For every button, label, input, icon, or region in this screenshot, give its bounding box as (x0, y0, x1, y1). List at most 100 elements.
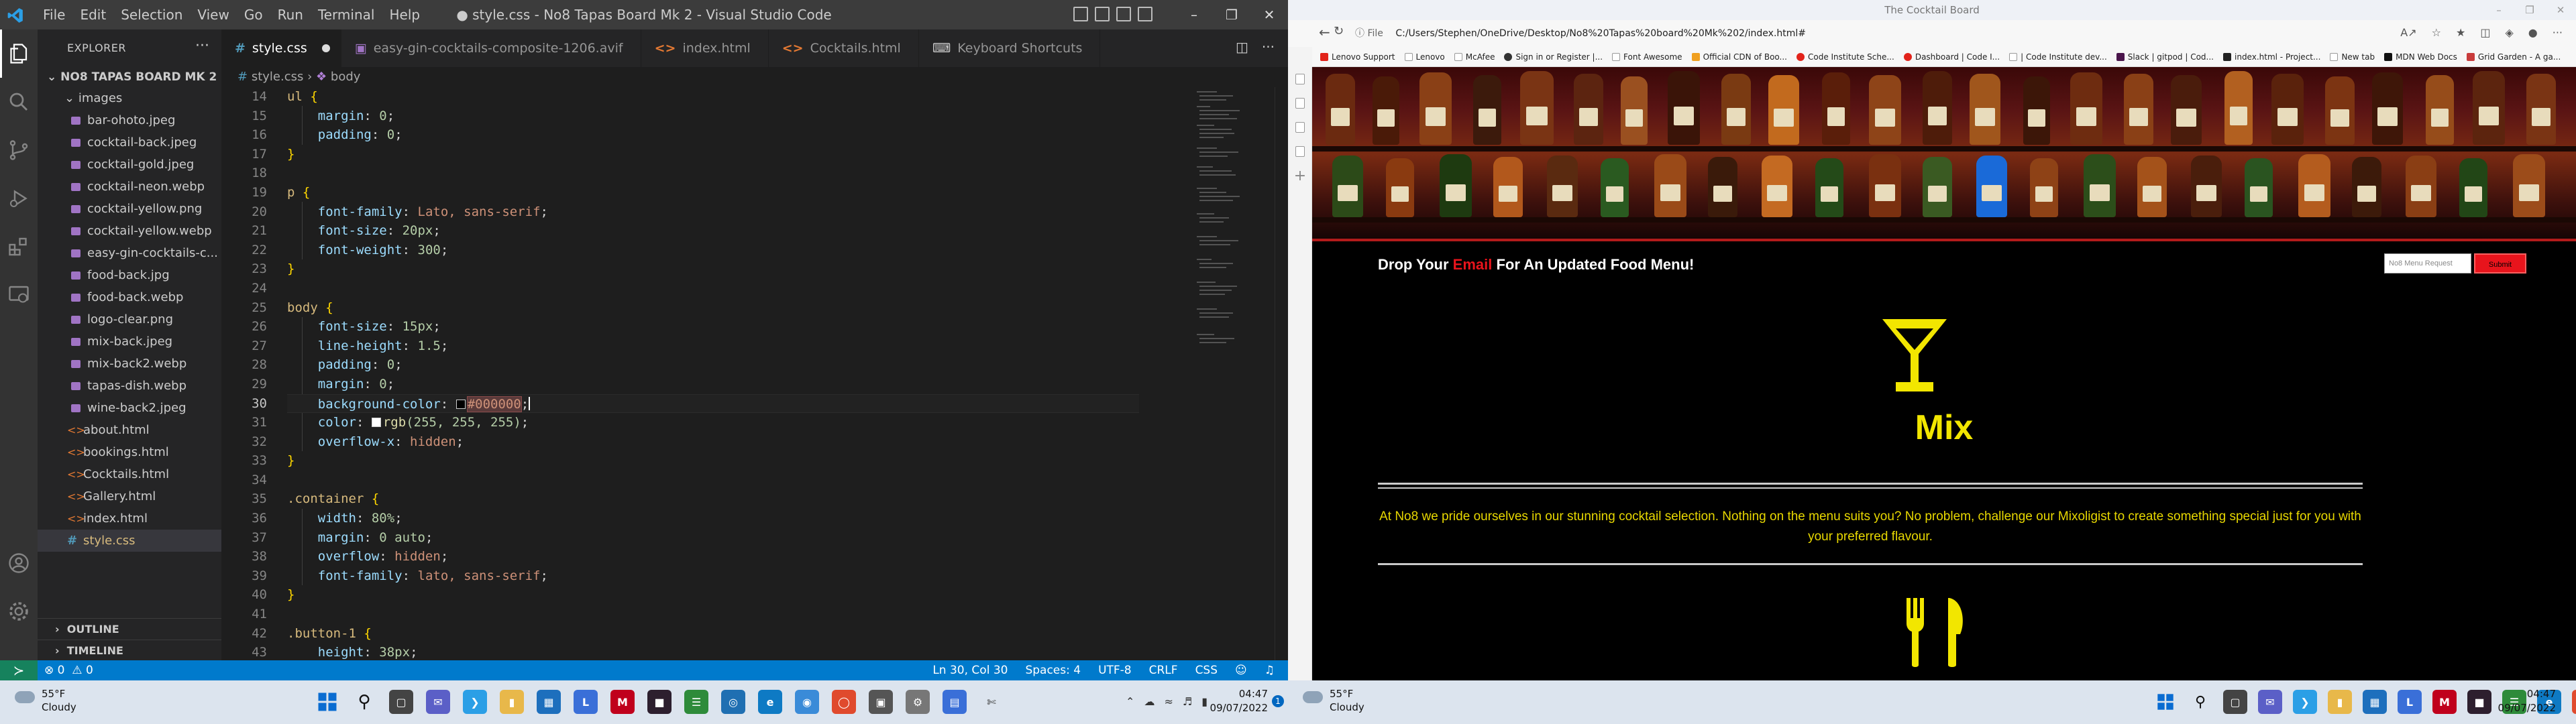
menu-terminal[interactable]: Terminal (318, 7, 375, 23)
file-item[interactable]: <> Cocktails.html (38, 463, 221, 485)
favorite-link[interactable]: McAfee (1454, 52, 1495, 62)
run-debug-icon[interactable] (0, 174, 38, 223)
address-bar[interactable]: ⓘ File C:/Users/Stephen/OneDrive/Desktop… (1355, 24, 2482, 43)
windows-start-icon[interactable] (2153, 690, 2178, 714)
collections-icon[interactable]: ◫ (2480, 26, 2490, 39)
settings-gear-icon[interactable] (0, 587, 38, 636)
file-item[interactable]: cocktail-neon.webp (38, 176, 221, 198)
tab-keyboard-shortcuts[interactable]: ⌨ Keyboard Shortcuts (919, 29, 1101, 67)
minimap[interactable] (1194, 87, 1261, 660)
favorite-link[interactable]: Sign in or Register |... (1504, 52, 1603, 62)
wifi-icon[interactable]: ≈ (1164, 695, 1173, 708)
color-swatch[interactable] (455, 399, 466, 409)
vscode-app-icon[interactable]: ❯ (2293, 690, 2317, 714)
extensions-icon[interactable]: ◈ (2505, 26, 2513, 39)
menu-view[interactable]: View (197, 7, 229, 23)
menu-selection[interactable]: Selection (121, 7, 182, 23)
teams-chat-icon[interactable]: ✉ (2258, 690, 2282, 714)
file-explorer-icon[interactable]: ▮ (500, 690, 524, 714)
project-root[interactable]: ⌄ NO8 TAPAS BOARD MK 2 (38, 67, 221, 87)
favorite-link[interactable]: Lenovo (1404, 52, 1445, 62)
favorite-link[interactable]: Dashboard | Code I... (1903, 52, 2000, 62)
tab-cocktails-html[interactable]: <> Cocktails.html (769, 29, 919, 67)
edge-browser-icon[interactable]: e (758, 690, 782, 714)
tab-icon[interactable] (1288, 139, 1312, 164)
menu-run[interactable]: Run (278, 7, 303, 23)
search-icon[interactable] (0, 78, 38, 126)
encoding[interactable]: UTF-8 (1098, 660, 1132, 680)
tab-style-css[interactable]: # style.css (221, 29, 341, 67)
refresh-icon[interactable]: ↻ (1334, 24, 1344, 38)
vscode-app-icon[interactable]: ❯ (463, 690, 487, 714)
back-arrow-icon[interactable]: ← (1319, 24, 1330, 40)
file-item[interactable]: cocktail-back.jpeg (38, 131, 221, 154)
timeline-section[interactable]: › TIMELINE (38, 640, 221, 661)
favorites-icon[interactable]: ★ (2456, 26, 2465, 39)
app-icon[interactable]: ■ (647, 690, 672, 714)
remote-explorer-icon[interactable] (0, 271, 38, 319)
favorite-link[interactable]: MDN Web Docs (2384, 52, 2457, 62)
search-icon[interactable]: ⚲ (2188, 690, 2212, 714)
favorite-link[interactable]: Slack | gitpod | Cod... (2116, 52, 2214, 62)
app-icon[interactable]: ☰ (684, 690, 708, 714)
file-item[interactable]: mix-back.jpeg (38, 330, 221, 353)
tab-icon[interactable] (1288, 91, 1312, 115)
restore-icon[interactable]: ❐ (2514, 0, 2545, 20)
customize-layout-icon[interactable] (1138, 7, 1152, 21)
store-icon[interactable]: ▦ (2363, 690, 2387, 714)
remote-indicator-icon[interactable]: ≻ (0, 660, 38, 680)
file-item[interactable]: <> bookings.html (38, 441, 221, 463)
more-actions-icon[interactable]: ··· (1262, 39, 1275, 55)
mcafee-icon[interactable]: M (2432, 690, 2457, 714)
favorite-star-icon[interactable]: ☆ (2432, 26, 2441, 39)
breadcrumb-symbol[interactable]: body (331, 70, 361, 84)
favorite-link[interactable]: Font Awesome (1612, 52, 1682, 62)
toggle-sidebar-icon[interactable] (1073, 7, 1088, 21)
new-tab-plus-icon[interactable]: + (1288, 164, 1312, 188)
menu-go[interactable]: Go (244, 7, 263, 23)
file-item[interactable]: food-back.jpg (38, 264, 221, 286)
battery-icon[interactable]: ▮ (1201, 695, 1208, 708)
lenovo-vantage-icon[interactable]: L (574, 690, 598, 714)
volume-icon[interactable]: ♬ (1183, 695, 1192, 708)
task-view-icon[interactable]: ▢ (389, 690, 413, 714)
toggle-secondary-sidebar-icon[interactable] (1116, 7, 1131, 21)
extensions-icon[interactable] (0, 223, 38, 271)
editor-scrollbar[interactable] (1275, 87, 1288, 660)
app-icon[interactable]: ▤ (943, 690, 967, 714)
color-swatch[interactable] (371, 418, 381, 428)
tab-icon[interactable] (1288, 67, 1312, 91)
file-item[interactable]: wine-back2.jpeg (38, 397, 221, 419)
file-item[interactable]: tapas-dish.webp (38, 375, 221, 397)
file-item[interactable]: food-back.webp (38, 286, 221, 308)
submit-button[interactable]: Submit (2474, 253, 2526, 274)
split-editor-icon[interactable]: ◫ (1236, 39, 1248, 55)
mcafee-icon[interactable]: M (610, 690, 635, 714)
menu-edit[interactable]: Edit (80, 7, 106, 23)
feedback-icon[interactable]: ☺ (1235, 660, 1247, 680)
line-ending[interactable]: CRLF (1149, 660, 1178, 680)
close-icon[interactable]: ✕ (2545, 0, 2576, 20)
favorite-link[interactable]: | Code Institute dev... (2009, 52, 2107, 62)
explorer-more-icon[interactable]: ··· (195, 29, 209, 63)
favorite-link[interactable]: Grid Garden - A ga... (2466, 52, 2561, 62)
indentation[interactable]: Spaces: 4 (1025, 660, 1081, 680)
explorer-icon[interactable] (0, 29, 38, 78)
file-item[interactable]: cocktail-yellow.webp (38, 220, 221, 242)
search-icon[interactable]: ⚲ (352, 690, 376, 714)
folder-images[interactable]: ⌄ images (38, 87, 221, 109)
unsaved-dot-icon[interactable] (321, 44, 330, 52)
favorite-link[interactable]: New tab (2330, 52, 2375, 62)
tab-avif[interactable]: ▣ easy-gin-cocktails-composite-1206.avif (341, 29, 641, 67)
file-item[interactable]: <> index.html (38, 507, 221, 530)
onedrive-icon[interactable]: ☁ (1144, 695, 1155, 708)
app-icon[interactable]: ◎ (721, 690, 745, 714)
file-item[interactable]: easy-gin-cocktails-c... (38, 242, 221, 264)
minimize-icon[interactable]: – (2483, 0, 2514, 20)
read-aloud-icon[interactable]: A↗ (2400, 26, 2416, 39)
task-view-icon[interactable]: ▢ (2223, 690, 2247, 714)
info-icon[interactable]: ⓘ File (1355, 28, 1383, 39)
cursor-position[interactable]: Ln 30, Col 30 (932, 660, 1008, 680)
chrome-icon[interactable]: ◯ (832, 690, 856, 714)
outline-section[interactable]: › OUTLINE (38, 618, 221, 640)
